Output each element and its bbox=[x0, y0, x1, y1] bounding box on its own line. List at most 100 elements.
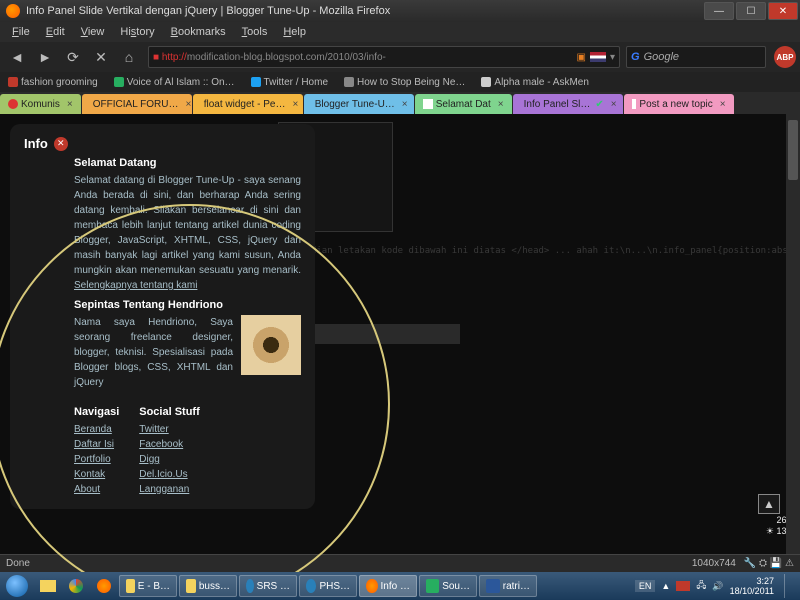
bookmark-icon bbox=[114, 77, 124, 87]
taskbar-item[interactable]: ratri… bbox=[479, 575, 537, 597]
app-icon bbox=[426, 579, 439, 593]
tab[interactable]: Komunis× bbox=[0, 94, 81, 114]
nav-link-about[interactable]: About bbox=[74, 482, 100, 497]
quicklaunch-firefox[interactable] bbox=[90, 574, 118, 598]
taskbar-item[interactable]: SRS … bbox=[239, 575, 297, 597]
about-us-link[interactable]: Selengkapnya tentang kami bbox=[74, 280, 197, 291]
adblock-icon[interactable]: ABP bbox=[774, 46, 796, 68]
menu-bar: FFileile Edit View History Bookmarks Too… bbox=[0, 22, 800, 42]
social-link-digg[interactable]: Digg bbox=[139, 452, 160, 467]
quicklaunch-explorer[interactable] bbox=[34, 574, 62, 598]
start-button[interactable] bbox=[0, 572, 34, 600]
menu-tools[interactable]: Tools bbox=[234, 24, 276, 40]
network-icon[interactable]: 🖧 bbox=[696, 578, 706, 594]
language-indicator[interactable]: EN bbox=[635, 580, 656, 592]
scrollbar-thumb[interactable] bbox=[788, 120, 798, 180]
menu-file[interactable]: FFileile bbox=[4, 24, 38, 40]
bookmark-item[interactable]: How to Stop Being Ne… bbox=[336, 75, 473, 90]
taskbar-clock[interactable]: 3:27 18/10/2011 bbox=[730, 576, 774, 596]
tab-bar: Komunis× OFFICIAL FORU…× float widget - … bbox=[0, 92, 800, 114]
social-link-delicious[interactable]: Del.Icio.Us bbox=[139, 467, 187, 482]
taskbar-item[interactable]: buss… bbox=[179, 575, 237, 597]
tab-active[interactable]: Info Panel Sl…✔× bbox=[513, 94, 623, 114]
tab[interactable]: Post a new topic× bbox=[624, 94, 734, 114]
tab[interactable]: OFFICIAL FORU…× bbox=[82, 94, 192, 114]
taskbar-item[interactable]: E - B… bbox=[119, 575, 177, 597]
bookmark-item[interactable]: fashion grooming bbox=[0, 75, 106, 90]
tab-close-icon[interactable]: × bbox=[611, 99, 617, 110]
check-icon: ✔ bbox=[595, 99, 603, 110]
tab[interactable]: float widget - Pe…× bbox=[193, 94, 303, 114]
social-link-langganan[interactable]: Langganan bbox=[139, 482, 189, 497]
window-title: Info Panel Slide Vertikal dengan jQuery … bbox=[26, 5, 390, 17]
social-list: Twitter Facebook Digg Del.Icio.Us Langga… bbox=[139, 422, 200, 497]
tray-up-icon[interactable]: ▲ bbox=[661, 581, 670, 591]
tab[interactable]: Selamat Dat× bbox=[415, 94, 512, 114]
rss-icon[interactable]: ▣ bbox=[577, 52, 586, 63]
volume-icon[interactable]: 🔊 bbox=[712, 581, 723, 592]
tab[interactable]: Blogger Tune-U…× bbox=[304, 94, 414, 114]
author-text: Nama saya Hendriono, Saya seorang freela… bbox=[74, 315, 233, 390]
twitter-icon bbox=[251, 77, 261, 87]
locale-flag-icon[interactable] bbox=[590, 52, 606, 62]
page-icon bbox=[481, 77, 491, 87]
menu-bookmarks[interactable]: Bookmarks bbox=[163, 24, 234, 40]
bookmarks-bar: fashion grooming Voice of Al Islam :: On… bbox=[0, 72, 800, 92]
nav-toolbar: ◄ ► ⟳ ✕ ⌂ ■ http:// modification-blog.bl… bbox=[0, 42, 800, 72]
nav-link-kontak[interactable]: Kontak bbox=[74, 467, 105, 482]
nav-link-portfolio[interactable]: Portfolio bbox=[74, 452, 111, 467]
tab-close-icon[interactable]: × bbox=[67, 99, 73, 110]
show-desktop-button[interactable] bbox=[784, 574, 794, 598]
nav-heading: Navigasi bbox=[74, 406, 119, 418]
tab-close-icon[interactable]: × bbox=[498, 99, 504, 110]
social-link-facebook[interactable]: Facebook bbox=[139, 437, 183, 452]
status-text: Done bbox=[6, 558, 30, 569]
window-titlebar: Info Panel Slide Vertikal dengan jQuery … bbox=[0, 0, 800, 22]
bookmark-icon bbox=[8, 77, 18, 87]
favicon-icon bbox=[632, 99, 637, 109]
tab-close-icon[interactable]: × bbox=[402, 99, 408, 110]
search-box[interactable]: G Google bbox=[626, 46, 766, 68]
window-minimize-button[interactable]: — bbox=[704, 2, 734, 20]
taskbar-item[interactable]: PHS… bbox=[299, 575, 357, 597]
stop-button[interactable]: ✕ bbox=[88, 45, 114, 69]
bookmark-item[interactable]: Twitter / Home bbox=[243, 75, 336, 90]
tab-close-icon[interactable]: × bbox=[720, 99, 726, 110]
locale-dropdown-icon[interactable]: ▾ bbox=[610, 52, 615, 63]
folder-icon bbox=[126, 579, 135, 593]
word-icon bbox=[486, 579, 500, 593]
flag-icon[interactable] bbox=[676, 581, 690, 591]
folder-icon bbox=[186, 579, 196, 593]
favicon-icon bbox=[8, 99, 18, 109]
app-icon bbox=[246, 579, 254, 593]
app-icon bbox=[306, 579, 316, 593]
system-tray: EN ▲ 🖧 🔊 3:27 18/10/2011 bbox=[635, 574, 800, 598]
window-close-button[interactable]: ✕ bbox=[768, 2, 798, 20]
author-heading: Sepintas Tentang Hendriono bbox=[74, 299, 301, 311]
address-bar[interactable]: ■ http:// modification-blog.blogspot.com… bbox=[148, 46, 620, 68]
taskbar-item-active[interactable]: Info … bbox=[359, 575, 417, 597]
menu-edit[interactable]: Edit bbox=[38, 24, 73, 40]
quicklaunch-chrome[interactable] bbox=[62, 574, 90, 598]
tab-close-icon[interactable]: × bbox=[186, 99, 192, 110]
menu-help[interactable]: Help bbox=[275, 24, 314, 40]
taskbar-item[interactable]: Sou… bbox=[419, 575, 477, 597]
back-button[interactable]: ◄ bbox=[4, 45, 30, 69]
url-scheme: ■ http:// bbox=[153, 52, 187, 63]
menu-history[interactable]: History bbox=[112, 24, 162, 40]
scroll-to-top-button[interactable]: ▲ bbox=[758, 494, 780, 514]
tab-close-icon[interactable]: × bbox=[292, 99, 298, 110]
firefox-icon bbox=[366, 579, 378, 593]
menu-view[interactable]: View bbox=[73, 24, 113, 40]
bookmark-item[interactable]: Voice of Al Islam :: On… bbox=[106, 75, 243, 90]
bookmark-item[interactable]: Alpha male - AskMen bbox=[473, 75, 597, 90]
social-link-twitter[interactable]: Twitter bbox=[139, 422, 168, 437]
nav-link-beranda[interactable]: Beranda bbox=[74, 422, 112, 437]
reload-button[interactable]: ⟳ bbox=[60, 45, 86, 69]
info-panel-close-button[interactable]: ✕ bbox=[54, 137, 68, 151]
vertical-scrollbar[interactable] bbox=[786, 114, 800, 554]
nav-link-daftar-isi[interactable]: Daftar Isi bbox=[74, 437, 114, 452]
forward-button[interactable]: ► bbox=[32, 45, 58, 69]
window-maximize-button[interactable]: ☐ bbox=[736, 2, 766, 20]
home-button[interactable]: ⌂ bbox=[116, 45, 142, 69]
